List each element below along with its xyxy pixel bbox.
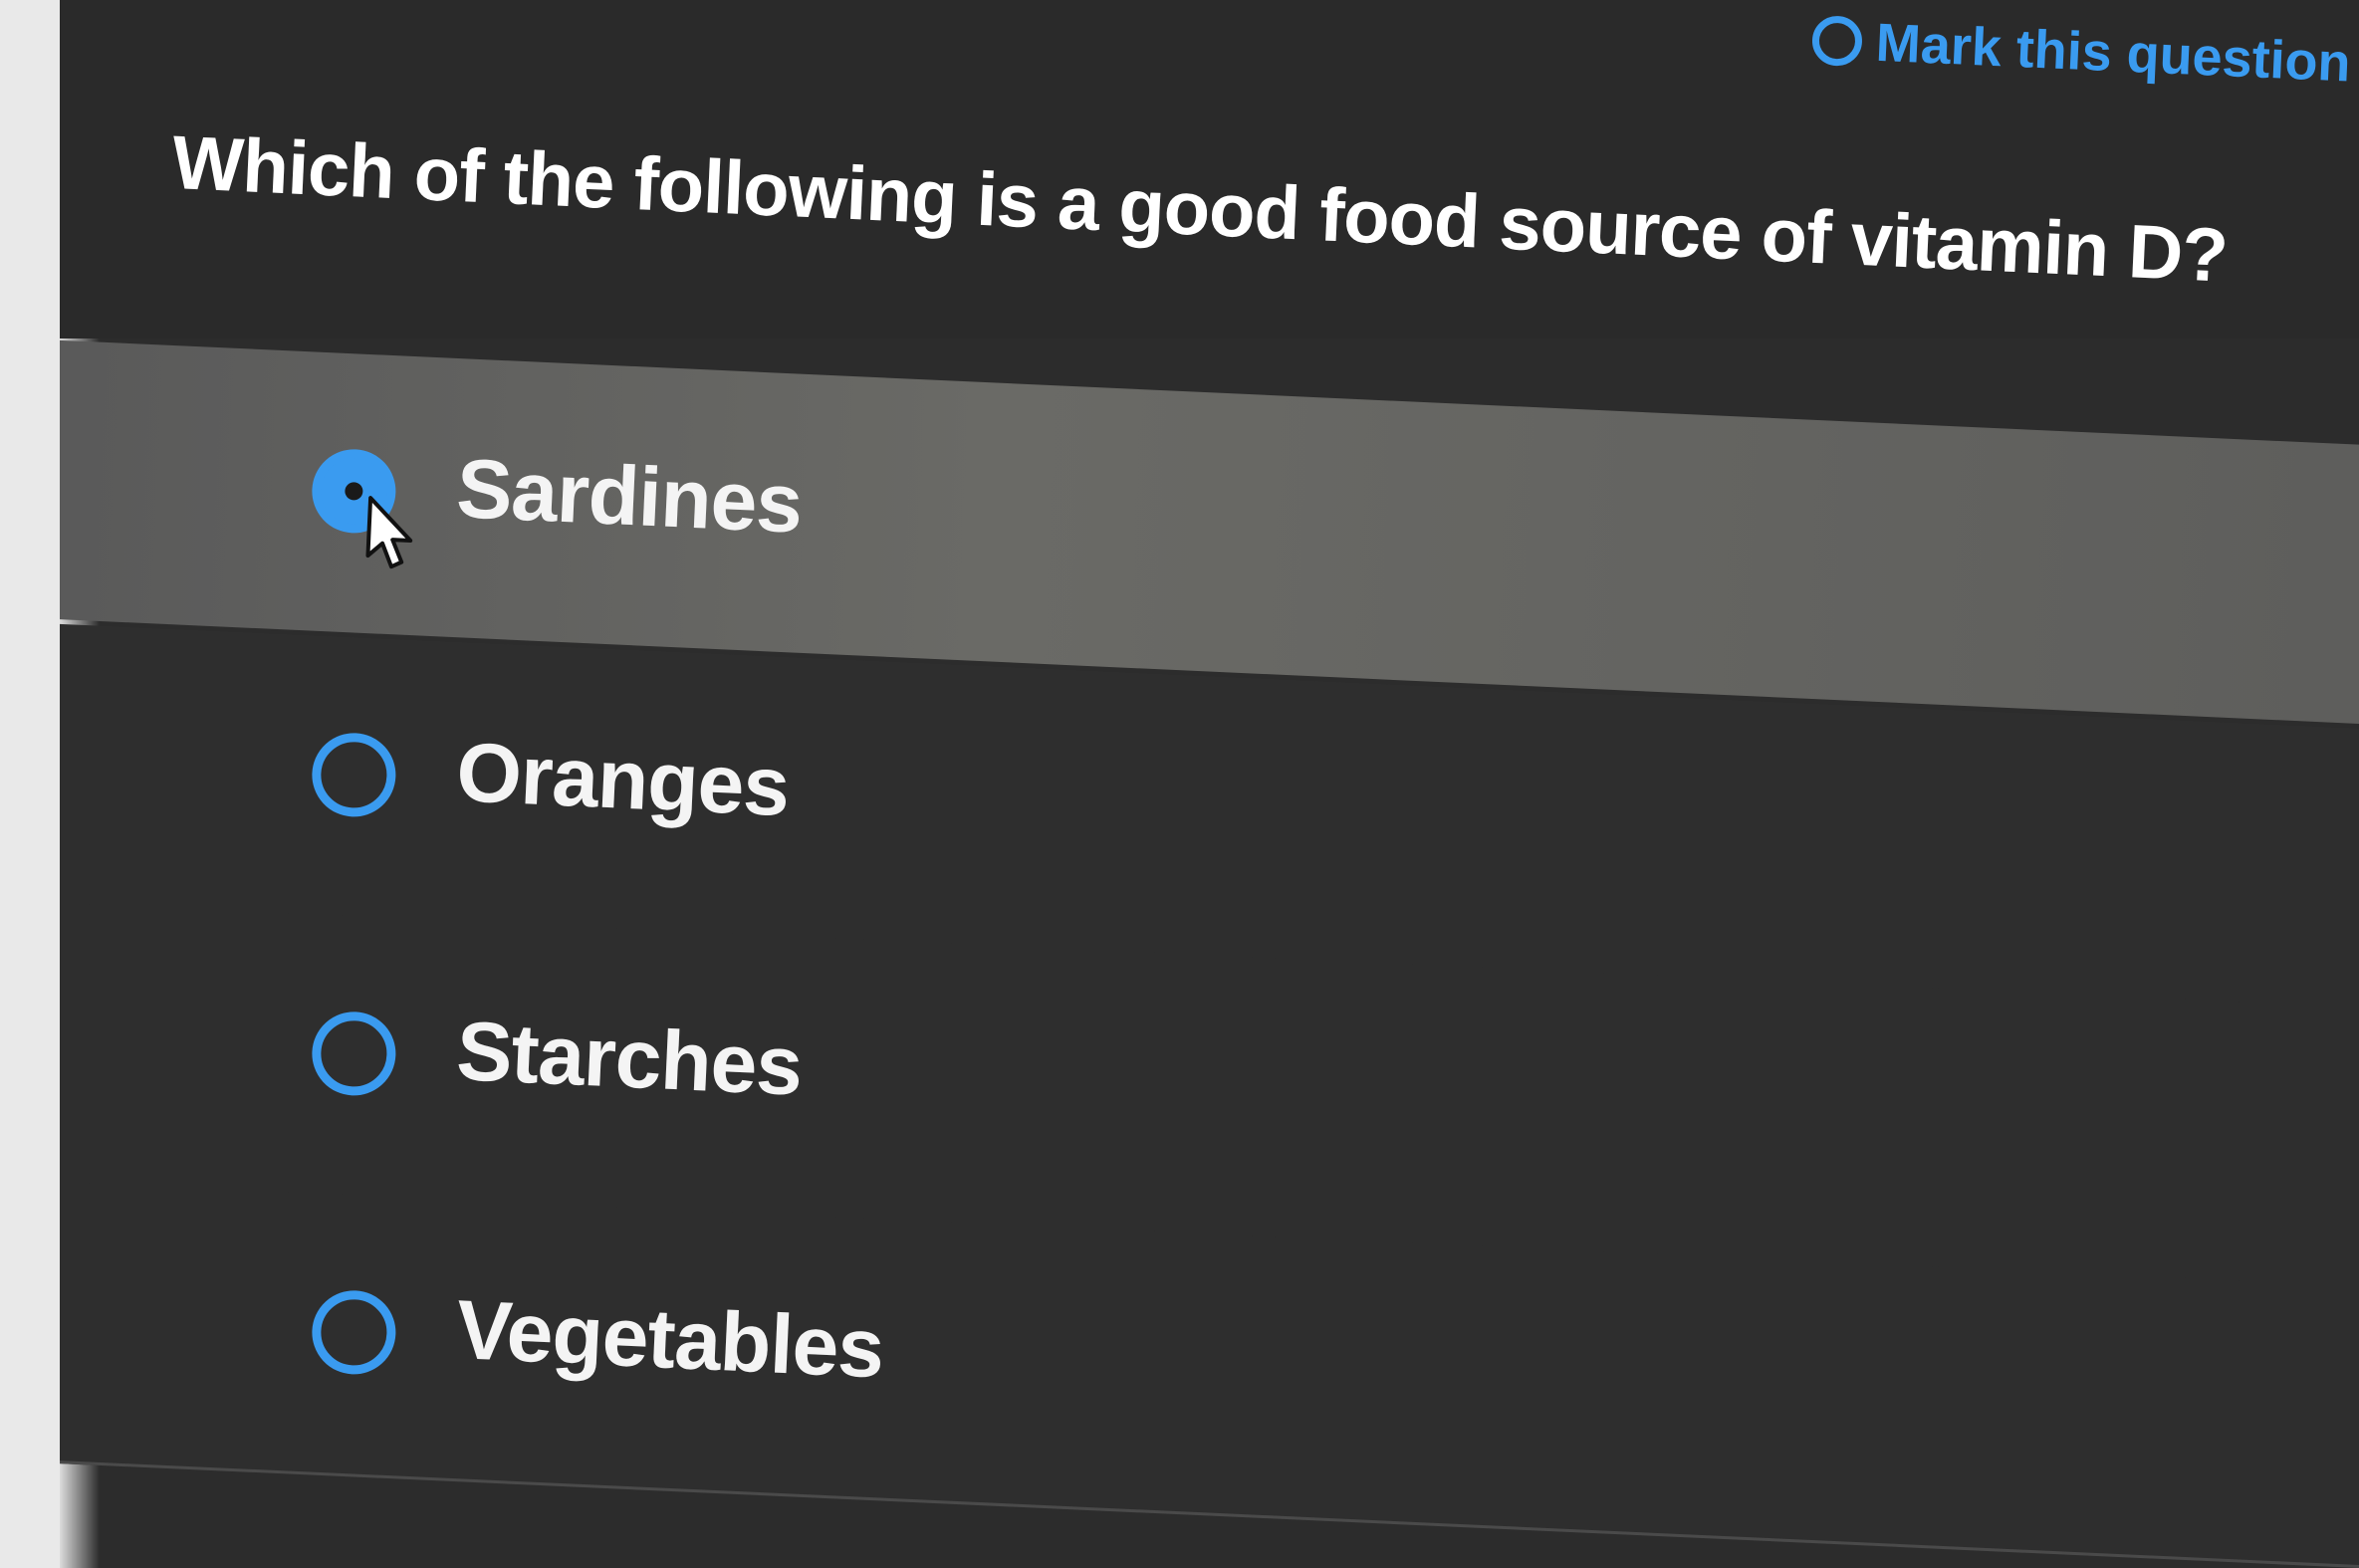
mark-question-toggle[interactable]: Mark this question [1810, 0, 2352, 104]
quiz-screen: Mark this question Which of the followin… [60, 0, 2359, 1568]
option-label: Starches [454, 1004, 805, 1113]
question-text: Which of the following is a good food so… [170, 119, 2230, 299]
mark-question-label: Mark this question [1874, 12, 2352, 94]
question-header: Mark this question Which of the followin… [60, 0, 2359, 338]
option-label: Sardines [454, 441, 805, 551]
radio-button[interactable] [310, 1009, 398, 1098]
mouse-pointer-icon [365, 496, 413, 569]
radio-button[interactable] [310, 731, 398, 819]
radio-ring-icon [1810, 15, 1864, 68]
radio-button[interactable] [310, 1288, 398, 1377]
option-label: Oranges [454, 725, 792, 834]
option-label: Vegetables [454, 1282, 886, 1396]
